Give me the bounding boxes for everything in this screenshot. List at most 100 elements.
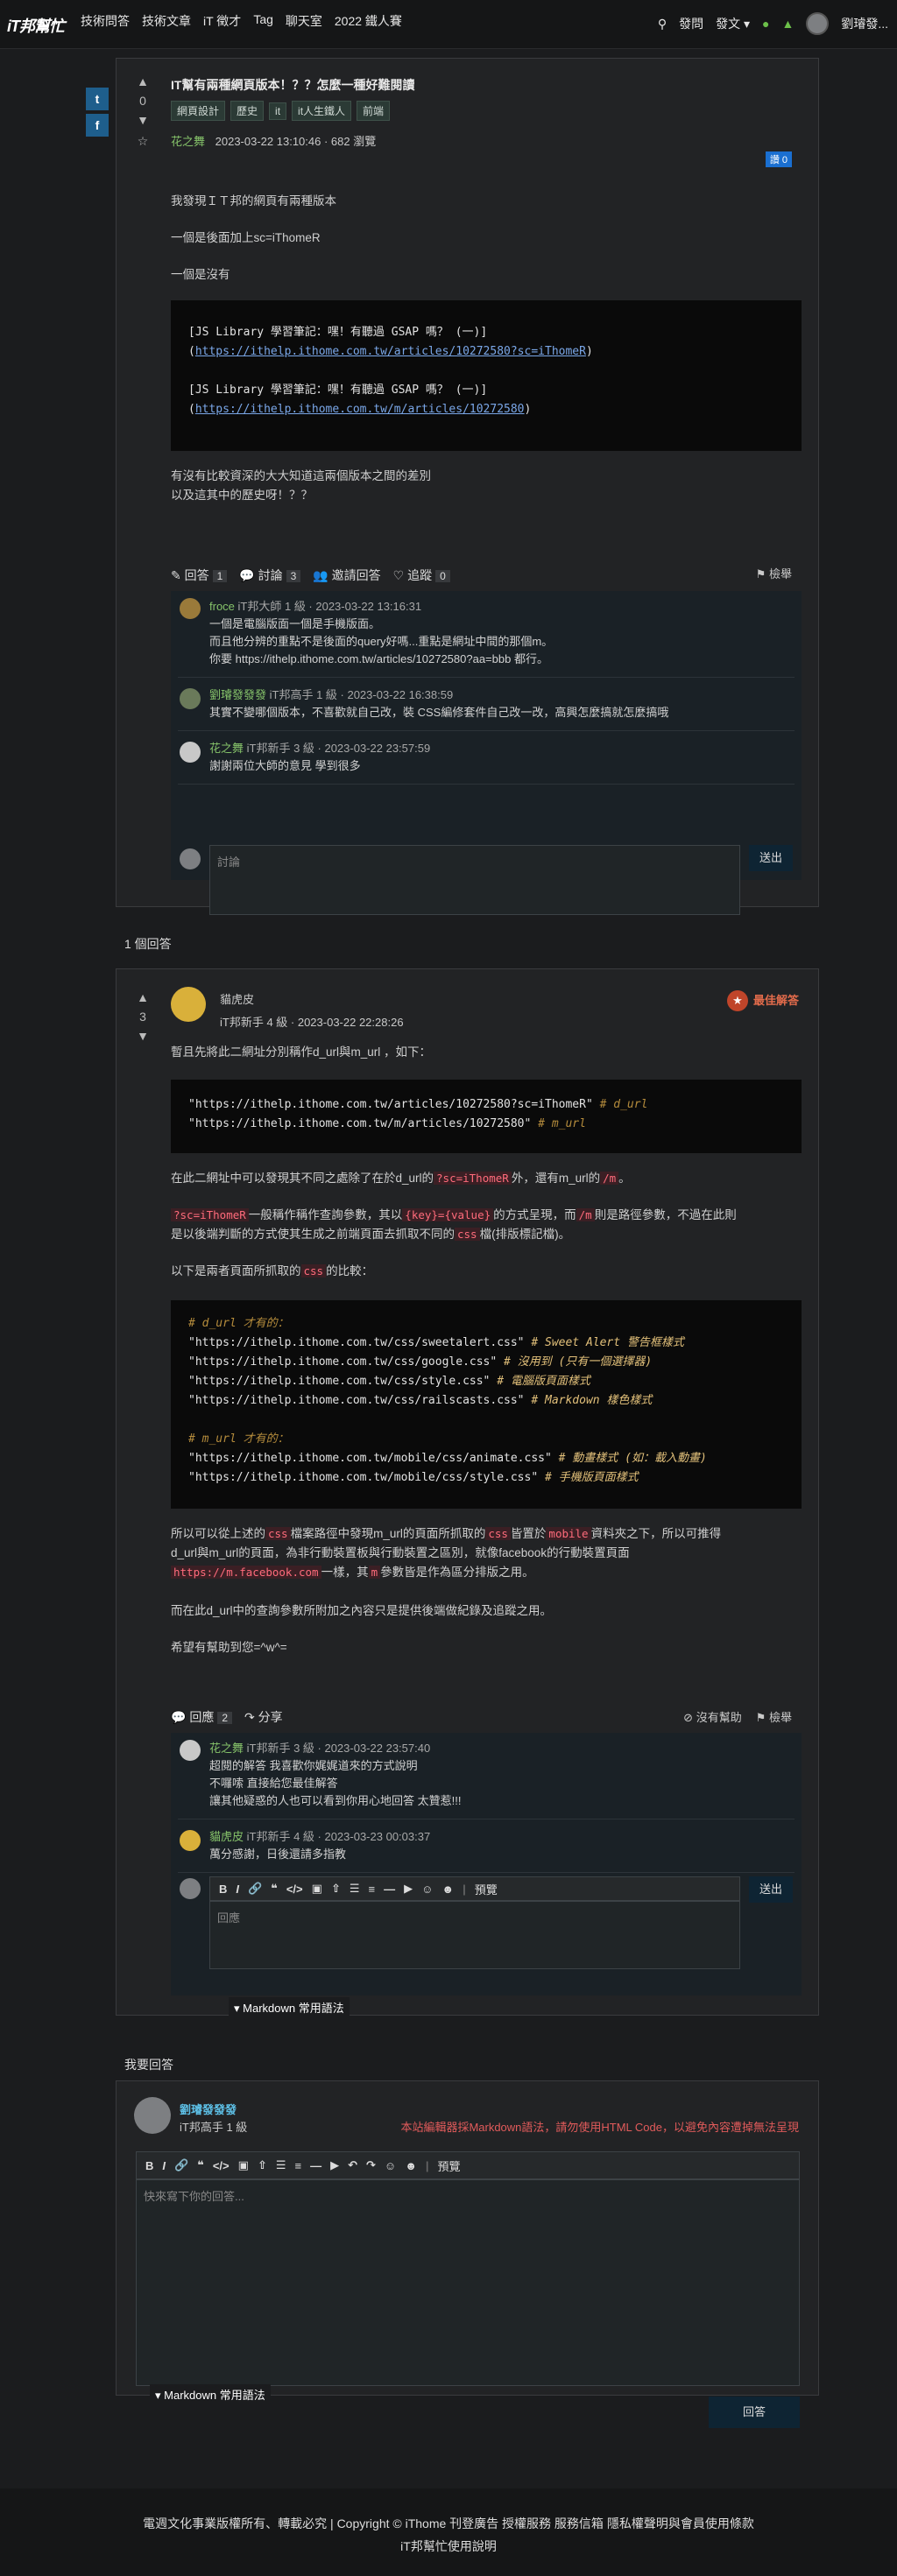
avatar[interactable] xyxy=(180,1830,201,1851)
italic-icon[interactable]: I xyxy=(236,1883,239,1896)
submit-answer-button[interactable]: 回答 xyxy=(709,2397,800,2428)
tag[interactable]: 歷史 xyxy=(230,101,265,121)
ask-button[interactable]: 發問 xyxy=(679,15,703,32)
list-ol-icon[interactable]: ☰ xyxy=(350,1882,360,1896)
code-icon[interactable]: </> xyxy=(286,1883,303,1896)
search-icon[interactable]: ⚲ xyxy=(658,17,667,32)
markdown-help[interactable]: ▾ Markdown 常用語法 xyxy=(150,2384,271,2404)
quote-icon[interactable]: ❝ xyxy=(271,1882,278,1896)
redo-icon[interactable]: ↷ xyxy=(366,2158,376,2172)
undo-icon[interactable]: ↶ xyxy=(348,2158,357,2172)
avatar[interactable] xyxy=(180,1740,201,1761)
bell-icon[interactable]: ▲ xyxy=(781,17,794,31)
send-button[interactable]: 送出 xyxy=(749,845,793,871)
comment-meta: iT邦新手 3 級 · 2023-03-22 23:57:40 xyxy=(246,1742,431,1755)
inline-code[interactable]: https://m.facebook.com xyxy=(171,1566,321,1579)
discuss-button[interactable]: 💬 討論 3 xyxy=(239,567,301,584)
share-button[interactable]: ↷ 分享 xyxy=(244,1708,283,1726)
comment-author[interactable]: froce xyxy=(209,600,235,613)
tag[interactable]: it人生鐵人 xyxy=(292,101,352,121)
list-ul-icon[interactable]: ≡ xyxy=(369,1883,376,1896)
reply-button[interactable]: 💬 回應 2 xyxy=(171,1708,233,1726)
youtube-icon[interactable]: ▶ xyxy=(404,1882,413,1896)
my-user-name[interactable]: 劉璿發發發 xyxy=(180,2101,237,2117)
chat-icon[interactable]: ● xyxy=(762,17,769,31)
image-icon[interactable]: ▣ xyxy=(238,2158,249,2172)
upvote-icon[interactable]: ▲ xyxy=(132,74,153,88)
discuss-input[interactable]: 討論 xyxy=(209,845,740,915)
hr-icon[interactable]: — xyxy=(310,2159,321,2172)
tag[interactable]: it xyxy=(269,102,287,120)
nav-link-qa[interactable]: 技術問答 xyxy=(81,12,130,30)
tag[interactable]: 前端 xyxy=(357,101,391,121)
answer-p1: 暫且先將此二網址分別稱作d_url與m_url ，如下： xyxy=(171,1045,432,1059)
link-icon[interactable]: 🔗 xyxy=(248,1882,262,1896)
link-icon[interactable]: 🔗 xyxy=(174,2158,188,2172)
bold-icon[interactable]: B xyxy=(219,1883,227,1896)
send-button[interactable]: 送出 xyxy=(749,1876,793,1903)
report-button[interactable]: ⚑ 檢舉 xyxy=(756,565,792,581)
comment: 花之舞 iT邦新手 3 級 · 2023-03-22 23:57:40 超閱的解… xyxy=(171,1733,802,1815)
youtube-icon[interactable]: ▶ xyxy=(330,2158,339,2172)
invite-button[interactable]: 👥 邀請回答 xyxy=(313,567,380,584)
avatar[interactable] xyxy=(180,688,201,709)
emoji-icon[interactable]: ☺ xyxy=(421,1883,433,1896)
avatar[interactable] xyxy=(806,12,830,35)
nav-link-tag[interactable]: Tag xyxy=(253,12,273,30)
code-link[interactable]: https://ithelp.ithome.com.tw/m/articles/… xyxy=(195,403,525,416)
list-ol-icon[interactable]: ☰ xyxy=(276,2158,286,2172)
site-logo[interactable]: iT邦幫忙 xyxy=(7,14,65,37)
avatar[interactable] xyxy=(180,742,201,763)
user-icon[interactable]: ☻ xyxy=(405,2159,417,2172)
answer-author[interactable]: 貓虎皮 xyxy=(220,990,254,1007)
quote-icon[interactable]: ❝ xyxy=(197,2158,204,2172)
italic-icon[interactable]: I xyxy=(162,2159,166,2172)
facebook-icon[interactable]: f xyxy=(86,114,109,137)
image-icon[interactable]: ▣ xyxy=(312,1882,322,1896)
reply-input[interactable]: 回應 xyxy=(209,1901,740,1969)
avatar[interactable] xyxy=(134,2097,171,2134)
like-button[interactable]: 讚 0 xyxy=(765,151,792,167)
user-name[interactable]: 劉璿發... xyxy=(841,15,888,32)
code-link[interactable]: https://ithelp.ithome.com.tw/articles/10… xyxy=(195,345,586,358)
question-author[interactable]: 花之舞 xyxy=(171,135,205,148)
avatar[interactable] xyxy=(180,598,201,619)
footer-help[interactable]: iT邦幫忙使用說明 xyxy=(0,2532,897,2555)
text: 一樣，其 xyxy=(321,1566,369,1579)
comment-author[interactable]: 花之舞 xyxy=(209,1742,244,1755)
user-icon[interactable]: ☻ xyxy=(441,1883,454,1896)
emoji-icon[interactable]: ☺ xyxy=(385,2159,396,2172)
footer-links[interactable]: 電週文化事業版權所有、轉載必究 | Copyright © iThome 刊登廣… xyxy=(0,2488,897,2532)
question-comments: froce iT邦大師 1 級 · 2023-03-22 13:16:31 一個… xyxy=(171,591,802,915)
nav-link-jobs[interactable]: iT 徵才 xyxy=(203,12,241,30)
hr-icon[interactable]: — xyxy=(384,1883,395,1896)
twitter-icon[interactable]: t xyxy=(86,88,109,110)
follow-button[interactable]: ♡ 追蹤 0 xyxy=(393,567,450,584)
nav-link-chat[interactable]: 聊天室 xyxy=(286,12,322,30)
answer-input[interactable]: 快來寫下你的回答... xyxy=(136,2179,800,2386)
upvote-icon[interactable]: ▲ xyxy=(132,990,153,1004)
answer-vote: ▲ 3 ▼ xyxy=(132,990,153,1043)
comment-author[interactable]: 劉璿發發發 xyxy=(209,688,266,701)
nav-link-articles[interactable]: 技術文章 xyxy=(142,12,191,30)
comment-author[interactable]: 花之舞 xyxy=(209,742,244,755)
star-icon[interactable]: ☆ xyxy=(132,134,153,149)
avatar[interactable] xyxy=(171,987,206,1022)
preview-button[interactable]: 預覽 xyxy=(438,2157,461,2174)
preview-button[interactable]: 預覽 xyxy=(475,1881,498,1897)
nav-link-ironman[interactable]: 2022 鐵人賽 xyxy=(335,12,402,30)
code-icon[interactable]: </> xyxy=(213,2159,230,2172)
tag[interactable]: 網頁設計 xyxy=(171,101,226,121)
answer-button[interactable]: ✎ 回答 1 xyxy=(171,567,228,584)
upload-icon[interactable]: ⇧ xyxy=(258,2158,267,2172)
comment-author[interactable]: 貓虎皮 xyxy=(209,1830,244,1843)
downvote-icon[interactable]: ▼ xyxy=(132,113,153,127)
report-button[interactable]: ⚑ 檢舉 xyxy=(756,1708,792,1725)
nohelp-button[interactable]: ⊘ 沒有幫助 xyxy=(683,1708,742,1725)
markdown-help[interactable]: ▾ Markdown 常用語法 xyxy=(229,1997,350,2017)
post-button[interactable]: 發文 ▾ xyxy=(716,15,750,32)
upload-icon[interactable]: ⇧ xyxy=(331,1882,341,1896)
bold-icon[interactable]: B xyxy=(145,2159,153,2172)
list-ul-icon[interactable]: ≡ xyxy=(295,2159,302,2172)
downvote-icon[interactable]: ▼ xyxy=(132,1029,153,1043)
